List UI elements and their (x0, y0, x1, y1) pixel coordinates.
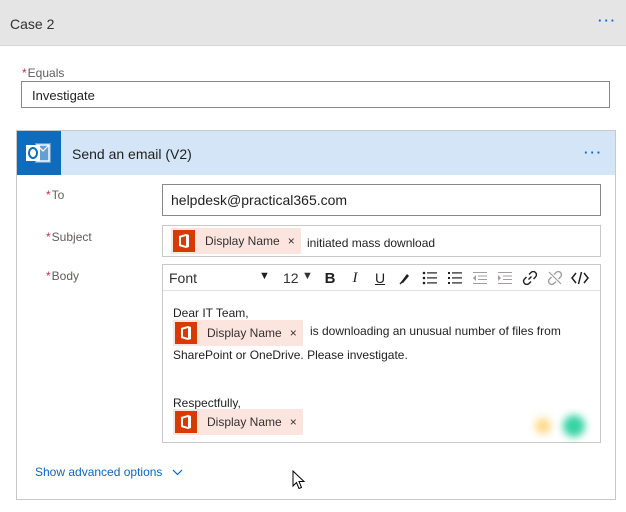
editor-toolbar: Font ▼ 12 ▼ B I U (163, 265, 600, 291)
dynamic-content-token[interactable]: Display Name × (173, 409, 303, 435)
send-email-card: Send an email (V2) ··· *To helpdesk@prac… (16, 130, 616, 500)
office-icon (175, 411, 197, 433)
subject-text: initiated mass download (307, 236, 436, 250)
body-line-2: SharePoint or OneDrive. Please investiga… (173, 348, 408, 362)
numbered-list-icon[interactable] (445, 268, 465, 288)
subject-label: *Subject (46, 230, 92, 244)
dynamic-content-token[interactable]: Display Name × (171, 228, 301, 254)
chevron-down-icon (173, 469, 183, 475)
case-more-options-button[interactable]: ··· (598, 14, 617, 27)
send-email-card-header[interactable]: Send an email (V2) ··· (17, 131, 615, 175)
action-more-options-button[interactable]: ··· (584, 146, 603, 159)
italic-button[interactable]: I (345, 268, 365, 288)
assistant-icon-yellow (535, 418, 551, 434)
body-closing: Respectfully, (173, 396, 241, 410)
token-label: Display Name (207, 326, 282, 340)
office-icon (175, 322, 197, 344)
token-label: Display Name (205, 234, 280, 248)
subject-input[interactable]: Display Name × initiated mass download (162, 225, 601, 257)
unlink-icon[interactable] (545, 268, 565, 288)
token-label: Display Name (207, 415, 282, 429)
body-editor[interactable]: Font ▼ 12 ▼ B I U Dear IT Team, Display … (162, 264, 601, 443)
font-select[interactable]: Font ▼ (169, 270, 270, 286)
case-header[interactable]: Case 2 ··· (0, 0, 626, 46)
body-label: *Body (46, 269, 80, 283)
equals-input[interactable]: Investigate (21, 81, 610, 108)
token-remove-button[interactable]: × (290, 326, 297, 340)
highlight-pen-icon[interactable] (395, 268, 415, 288)
caret-down-icon: ▼ (259, 270, 270, 282)
underline-button[interactable]: U (370, 268, 390, 288)
required-marker: * (22, 66, 27, 80)
required-marker: * (46, 269, 51, 283)
body-line-1: is downloading an unusual number of file… (310, 324, 561, 338)
caret-down-icon: ▼ (302, 270, 313, 282)
token-remove-button[interactable]: × (290, 415, 297, 429)
outlook-icon (17, 131, 61, 175)
required-marker: * (46, 188, 51, 202)
code-view-icon[interactable] (570, 268, 590, 288)
mouse-cursor-icon (292, 470, 306, 490)
dynamic-content-token[interactable]: Display Name × (173, 320, 303, 346)
required-marker: * (46, 230, 51, 244)
bold-button[interactable]: B (320, 268, 340, 288)
office-icon (173, 230, 195, 252)
body-greeting: Dear IT Team, (173, 306, 249, 320)
to-label: *To (46, 188, 65, 202)
to-input[interactable]: helpdesk@practical365.com (162, 184, 601, 216)
token-remove-button[interactable]: × (288, 234, 295, 248)
action-title: Send an email (V2) (72, 146, 192, 162)
decrease-indent-icon[interactable] (470, 268, 490, 288)
show-advanced-options-link[interactable]: Show advanced options (35, 465, 183, 479)
assistant-icon-green[interactable] (563, 415, 585, 437)
equals-label: *Equals (22, 66, 65, 80)
bulleted-list-icon[interactable] (420, 268, 440, 288)
font-size-select[interactable]: 12 ▼ (283, 270, 313, 286)
link-icon[interactable] (520, 268, 540, 288)
increase-indent-icon[interactable] (495, 268, 515, 288)
case-title: Case 2 (10, 16, 55, 32)
